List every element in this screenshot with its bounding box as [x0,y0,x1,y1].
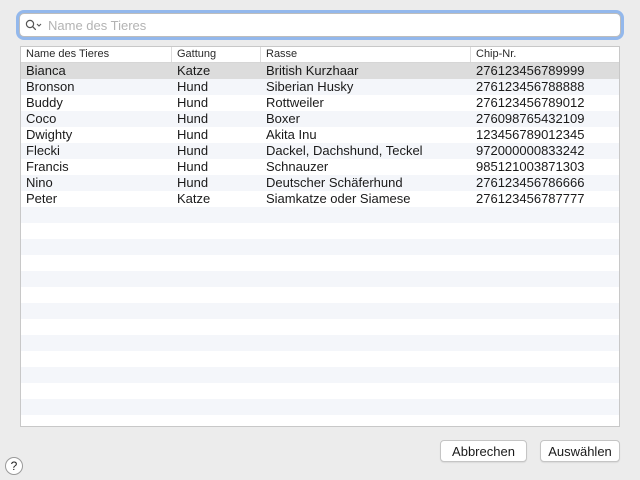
cell-chip: 123456789012345 [476,127,585,142]
cell-breed: Dackel, Dachshund, Teckel [266,143,423,158]
cell-genus: Hund [177,79,209,94]
cell-genus: Hund [177,111,209,126]
search-input[interactable] [48,14,620,36]
table-body: Bianca Katze British Kurzhaar 2761234567899… [21,63,619,415]
cell-name: Bianca [26,63,66,78]
cell-name: Coco [26,111,57,126]
table-row[interactable]: Nino Hund Deutscher Schäferhund 27612345678… [21,175,619,191]
column-header-genus[interactable]: Gattung [172,47,261,62]
table-header: Name des Tieres Gattung Rasse Chip-Nr. [21,47,619,63]
table-row[interactable]: Buddy Hund Rottweiler 276123456789012 [21,95,619,111]
cell-chip: 985121003871303 [476,159,585,174]
cell-name: Buddy [26,95,63,110]
empty-row [21,335,619,351]
cell-name: Flecki [26,143,60,158]
help-icon[interactable]: ? [5,457,23,475]
empty-row [21,223,619,239]
cell-breed: Schnauzer [266,159,329,174]
empty-row [21,351,619,367]
cell-genus: Hund [177,175,209,190]
cell-chip: 276123456786666 [476,175,585,190]
cell-chip: 276123456789012 [476,95,585,110]
cell-genus: Katze [177,191,211,206]
select-button[interactable]: Auswählen [540,440,620,462]
cell-chip: 276123456787777 [476,191,585,206]
cell-name: Bronson [26,79,75,94]
cell-chip: 276123456788888 [476,79,585,94]
empty-row [21,287,619,303]
cell-breed: Deutscher Schäferhund [266,175,403,190]
empty-row [21,239,619,255]
column-header-name[interactable]: Name des Tieres [21,47,172,62]
cancel-button[interactable]: Abbrechen [440,440,527,462]
table-row[interactable]: Francis Hund Schnauzer 985121003871303 [21,159,619,175]
empty-row [21,271,619,287]
cell-genus: Katze [177,63,211,78]
cell-breed: Siberian Husky [266,79,354,94]
empty-row [21,319,619,335]
cell-name: Peter [26,191,58,206]
cell-breed: Siamkatze oder Siamese [266,191,411,206]
table-row[interactable]: Bronson Hund Siberian Husky 276123456788888 [21,79,619,95]
empty-row [21,383,619,399]
cell-genus: Hund [177,95,209,110]
search-icon[interactable] [20,14,48,36]
cell-breed: Boxer [266,111,300,126]
cell-chip: 276098765432109 [476,111,585,126]
cell-genus: Hund [177,159,209,174]
table-row[interactable]: Bianca Katze British Kurzhaar 2761234567899… [21,63,619,79]
empty-row [21,207,619,223]
cell-genus: Hund [177,143,209,158]
empty-row [21,303,619,319]
cell-name: Dwighty [26,127,73,142]
cell-chip: 276123456789999 [476,63,585,78]
column-header-breed[interactable]: Rasse [261,47,471,62]
table-row[interactable]: Coco Hund Boxer 276098765432109 [21,111,619,127]
column-header-chip[interactable]: Chip-Nr. [471,47,619,62]
cell-name: Francis [26,159,69,174]
empty-row [21,399,619,415]
cell-name: Nino [26,175,53,190]
cell-breed: Akita Inu [266,127,317,142]
cell-chip: 972000000833242 [476,143,585,158]
search-field[interactable] [19,13,621,37]
empty-row [21,367,619,383]
empty-row [21,255,619,271]
table-row[interactable]: Dwighty Hund Akita Inu 123456789012345 [21,127,619,143]
cell-genus: Hund [177,127,209,142]
table-row[interactable]: Peter Katze Siamkatze oder Siamese 27612345… [21,191,619,207]
animal-table[interactable]: Name des Tieres Gattung Rasse Chip-Nr. B… [20,46,620,427]
cell-breed: British Kurzhaar [266,63,359,78]
cell-breed: Rottweiler [266,95,324,110]
table-row[interactable]: Flecki Hund Dackel, Dachshund, Teckel 97200… [21,143,619,159]
